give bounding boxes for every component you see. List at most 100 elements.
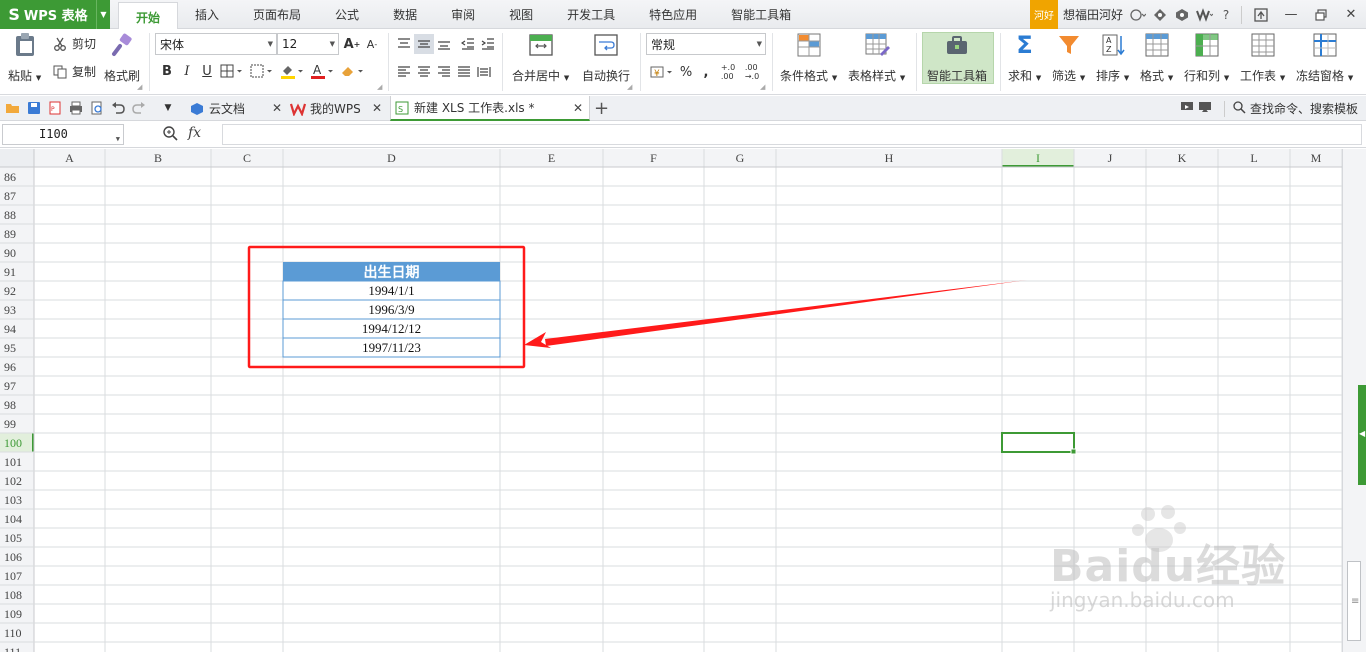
active-cell-border[interactable] (1001, 432, 1075, 453)
sort-button[interactable]: AZ 排序 ▼ (1096, 31, 1129, 84)
chevron-down-icon[interactable]: ▼ (116, 130, 120, 149)
row-header-108[interactable]: 108 (4, 588, 22, 602)
justify-icon[interactable] (454, 62, 474, 82)
number-group-launcher-icon[interactable]: ◢ (760, 83, 765, 91)
align-bottom-icon[interactable] (434, 34, 454, 54)
column-header-H[interactable]: H (885, 151, 894, 165)
increase-indent-icon[interactable] (478, 34, 498, 54)
undo-icon[interactable] (109, 99, 127, 117)
wrap-text-button[interactable]: 自动换行 (582, 31, 630, 84)
sync-icon[interactable] (1171, 0, 1193, 29)
freeze-panes-button[interactable]: 冻结窗格 ▼ (1296, 31, 1353, 84)
select-all-corner[interactable] (0, 149, 34, 167)
underline-icon[interactable]: U (197, 61, 217, 81)
row-header-109[interactable]: 109 (4, 607, 22, 621)
row-header-97[interactable]: 97 (4, 379, 16, 393)
column-header-C[interactable]: C (243, 151, 251, 165)
decrease-font-icon[interactable]: A- (362, 34, 382, 54)
row-header-96[interactable]: 96 (4, 360, 16, 374)
app-menu-button[interactable]: S WPS 表格 ▼ (0, 0, 110, 29)
tab-special[interactable]: 特色应用 (632, 0, 714, 29)
insert-function-fx-icon[interactable]: fx (188, 125, 201, 141)
doc-tab-my-wps[interactable]: 我的WPS ✕ (290, 96, 388, 121)
row-header-88[interactable]: 88 (4, 208, 16, 222)
tab-developer[interactable]: 开发工具 (550, 0, 632, 29)
row-header-94[interactable]: 94 (4, 322, 16, 336)
comma-button[interactable]: , (696, 62, 716, 82)
copy-button[interactable]: 复制 (52, 63, 96, 80)
align-middle-icon[interactable] (414, 34, 434, 54)
font-color-icon[interactable]: A (307, 61, 337, 81)
redo-icon[interactable] (130, 99, 148, 117)
minimize-icon[interactable]: — (1276, 0, 1306, 29)
fill-handle[interactable] (1070, 448, 1077, 455)
column-header-J[interactable]: J (1108, 151, 1113, 165)
tab-formulas[interactable]: 公式 (318, 0, 376, 29)
align-top-icon[interactable] (394, 34, 414, 54)
column-header-K[interactable]: K (1178, 151, 1187, 165)
tab-view[interactable]: 视图 (492, 0, 550, 29)
close-tab-icon[interactable]: ✕ (272, 101, 282, 115)
scrollbar-thumb[interactable]: ≡ (1347, 561, 1361, 641)
tab-smart-toolbox[interactable]: 智能工具箱 (714, 0, 808, 29)
tab-review[interactable]: 审阅 (434, 0, 492, 29)
filter-button[interactable]: 筛选 ▼ (1052, 31, 1085, 84)
row-header-102[interactable]: 102 (4, 474, 22, 488)
column-header-E[interactable]: E (548, 151, 555, 165)
font-group-launcher-icon[interactable]: ◢ (377, 83, 382, 91)
tab-home[interactable]: 开始 (118, 2, 179, 32)
name-box[interactable]: I100 ▼ (2, 124, 124, 145)
app-menu-chevron-down-icon[interactable]: ▼ (96, 0, 110, 29)
spreadsheet-grid[interactable]: A B C D E F G H I J K L M 86 87 88 89 90 91 92 93 94 95 96 97 98 9… (0, 149, 1342, 652)
decrease-decimal-icon[interactable]: .00 →.0 (740, 62, 764, 82)
table-style-button[interactable]: 表格样式 ▼ (848, 31, 905, 84)
column-header-M[interactable]: M (1311, 151, 1322, 165)
app-logo[interactable]: S WPS 表格 (0, 0, 96, 29)
column-header-G[interactable]: G (736, 151, 745, 165)
zoom-magnifier-icon[interactable] (163, 126, 178, 144)
paste-button[interactable]: 粘贴 ▼ (8, 31, 41, 84)
tab-data[interactable]: 数据 (376, 0, 434, 29)
close-tab-icon[interactable]: ✕ (573, 101, 583, 115)
formula-input[interactable] (222, 124, 1362, 145)
skin-icon[interactable] (1149, 0, 1171, 29)
row-header-92[interactable]: 92 (4, 284, 16, 298)
conditional-format-button[interactable]: 条件格式 ▼ (780, 31, 837, 84)
maximize-icon[interactable] (1306, 0, 1336, 29)
export-pdf-icon[interactable]: P (46, 99, 64, 117)
currency-icon[interactable]: ¥ (648, 62, 676, 82)
format-painter-button[interactable]: 格式刷 (104, 31, 140, 84)
row-header-105[interactable]: 105 (4, 531, 22, 545)
row-header-110[interactable]: 110 (4, 626, 22, 640)
collapse-ribbon-icon[interactable] (1198, 100, 1212, 117)
align-right-icon[interactable] (434, 62, 454, 82)
row-header-98[interactable]: 98 (4, 398, 16, 412)
screen-share-icon[interactable] (1180, 100, 1194, 117)
user-name[interactable]: 想福田河好 (1058, 6, 1127, 23)
percent-button[interactable]: % (676, 62, 696, 82)
save-icon[interactable] (25, 99, 43, 117)
row-header-111[interactable]: 111 (4, 645, 21, 652)
row-header-106[interactable]: 106 (4, 550, 22, 564)
restore-up-icon[interactable] (1246, 0, 1276, 29)
row-header-91[interactable]: 91 (4, 265, 16, 279)
row-header-90[interactable]: 90 (4, 246, 16, 260)
column-header-B[interactable]: B (154, 151, 162, 165)
print-preview-icon[interactable] (88, 99, 106, 117)
open-folder-icon[interactable] (4, 99, 22, 117)
row-header-89[interactable]: 89 (4, 227, 16, 241)
row-header-103[interactable]: 103 (4, 493, 22, 507)
row-header-107[interactable]: 107 (4, 569, 22, 583)
align-left-icon[interactable] (394, 62, 414, 82)
user-menu-chevron-down-icon[interactable] (1127, 0, 1149, 29)
rows-cols-button[interactable]: 行和列 ▼ (1184, 31, 1229, 84)
worksheet-button[interactable]: 工作表 ▼ (1240, 31, 1285, 84)
distribute-icon[interactable] (474, 62, 494, 82)
decrease-indent-icon[interactable] (458, 34, 478, 54)
smart-toolbox-button[interactable]: 智能工具箱 (927, 31, 987, 84)
row-header-100[interactable]: 100 (4, 436, 22, 450)
command-search[interactable]: 查找命令、搜索模板 (1180, 96, 1358, 121)
column-header-F[interactable]: F (650, 151, 657, 165)
user-avatar[interactable]: 河好 (1029, 0, 1058, 29)
column-header-L[interactable]: L (1250, 151, 1257, 165)
